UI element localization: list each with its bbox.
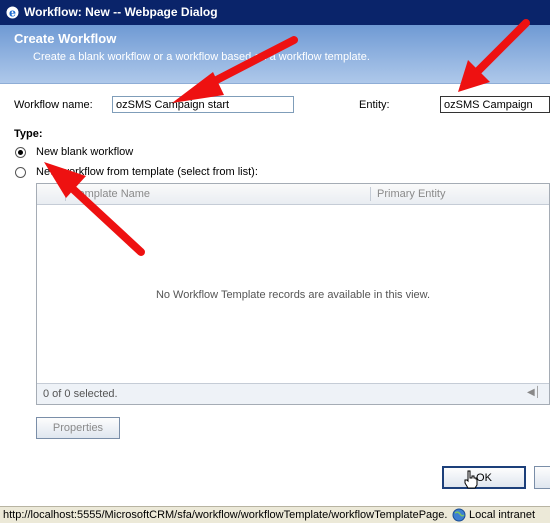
header-divider <box>0 83 550 84</box>
entity-select[interactable]: ozSMS Campaign <box>440 96 550 113</box>
column-header-template-name[interactable]: Template Name <box>73 188 150 200</box>
template-grid: Template Name Primary Entity No Workflow… <box>36 183 550 405</box>
cancel-button[interactable] <box>534 466 550 489</box>
properties-button[interactable]: Properties <box>36 417 120 439</box>
status-bar: http://localhost:5555/MicrosoftCRM/sfa/w… <box>0 506 550 523</box>
new-blank-workflow-radio[interactable] <box>15 147 26 158</box>
workflow-name-label: Workflow name: <box>14 99 93 111</box>
workflow-name-input[interactable]: ozSMS Campaign start <box>112 96 294 113</box>
dialog-titlebar: e Workflow: New -- Webpage Dialog <box>0 0 550 25</box>
column-divider <box>370 187 371 201</box>
new-blank-workflow-label[interactable]: New blank workflow <box>36 146 133 158</box>
first-page-icon[interactable]: ◀│ <box>527 387 541 398</box>
dialog-header: Create Workflow Create a blank workflow … <box>0 25 550 83</box>
svg-text:e: e <box>9 7 16 20</box>
security-zone-label: Local intranet <box>469 508 536 521</box>
grid-footer: 0 of 0 selected. ◀│ <box>37 383 549 404</box>
entity-label: Entity: <box>359 99 390 111</box>
workflow-from-template-label[interactable]: New workflow from template (select from … <box>36 166 258 178</box>
hand-cursor-icon <box>464 470 478 489</box>
security-zone: Local intranet <box>452 508 535 522</box>
internet-explorer-icon: e <box>6 6 19 20</box>
header-description: Create a blank workflow or a workflow ba… <box>33 51 370 63</box>
ok-button[interactable]: OK <box>442 466 526 489</box>
workflow-from-template-radio[interactable] <box>15 167 26 178</box>
selected-count: 0 of 0 selected. <box>43 388 118 400</box>
grid-empty-message: No Workflow Template records are availab… <box>155 289 431 301</box>
status-url: http://localhost:5555/MicrosoftCRM/sfa/w… <box>3 509 448 521</box>
column-header-primary-entity[interactable]: Primary Entity <box>377 188 445 200</box>
globe-icon <box>452 508 466 522</box>
grid-header: Template Name Primary Entity <box>37 184 549 205</box>
column-divider <box>65 187 66 201</box>
type-label: Type: <box>14 128 43 140</box>
header-title: Create Workflow <box>14 31 117 46</box>
window-title: Workflow: New -- Webpage Dialog <box>24 5 218 19</box>
